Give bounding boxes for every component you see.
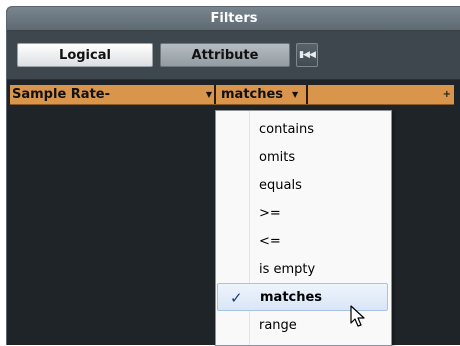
menu-item-contains[interactable]: contains: [216, 115, 391, 143]
logical-button[interactable]: Logical: [17, 43, 153, 67]
chevron-down-icon: ▼: [205, 90, 212, 99]
skip-to-start-icon: ▮◀◀: [299, 50, 316, 60]
filter-condition-row: Sample Rate- ▼ matches ▼ +: [10, 85, 454, 105]
menu-item-label: <=: [259, 233, 281, 249]
toolbar: Logical Attribute ▮◀◀: [7, 31, 460, 80]
column-divider: [306, 85, 308, 104]
chevron-down-icon: ▼: [292, 90, 299, 99]
condition-value: Sample Rate-: [12, 87, 110, 102]
operator-dropdown[interactable]: matches ▼: [218, 85, 311, 104]
operator-value: matches: [221, 87, 284, 102]
panel-title: Filters: [7, 7, 460, 31]
add-condition-icon[interactable]: +: [443, 89, 451, 100]
condition-dropdown[interactable]: Sample Rate- ▼: [12, 85, 212, 104]
attribute-button[interactable]: Attribute: [160, 43, 290, 67]
column-divider: [214, 85, 216, 104]
menu-item-label: range: [259, 317, 297, 333]
menu-item-label: matches: [260, 289, 323, 305]
menu-item-greater-equal[interactable]: >=: [216, 199, 391, 227]
menu-item-less-equal[interactable]: <=: [216, 227, 391, 255]
skip-to-start-button[interactable]: ▮◀◀: [296, 43, 318, 67]
checkmark-icon: ✓: [230, 289, 243, 307]
menu-item-label: omits: [259, 149, 296, 165]
menu-item-omits[interactable]: omits: [216, 143, 391, 171]
menu-item-label: contains: [259, 121, 315, 137]
mouse-pointer-icon: [350, 305, 365, 327]
menu-item-equals[interactable]: equals: [216, 171, 391, 199]
menu-item-label: is empty: [259, 261, 316, 277]
menu-item-label: equals: [259, 177, 302, 193]
menu-item-is-empty[interactable]: is empty: [216, 255, 391, 283]
menu-item-label: >=: [259, 205, 281, 221]
